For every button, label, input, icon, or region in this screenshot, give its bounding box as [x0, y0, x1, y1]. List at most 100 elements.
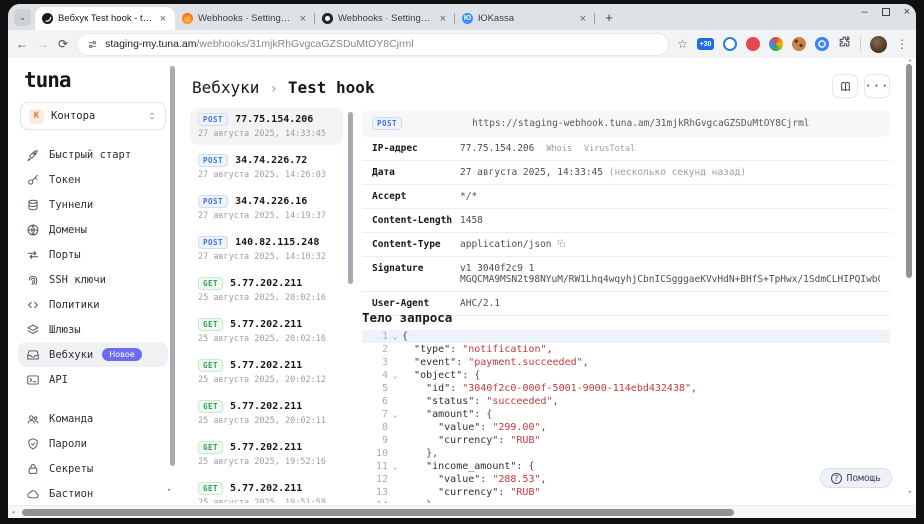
tunnel-icon [26, 198, 40, 212]
maximize-button[interactable] [881, 8, 890, 16]
code-line-number: 1 [381, 331, 388, 342]
reload-button[interactable]: ⟳ [58, 37, 68, 51]
request-list-item[interactable]: GET 5.77.202.211 25 августа 2025, 20:02:… [190, 354, 343, 391]
sidebar-item-fingerprint[interactable]: SSH ключи [18, 267, 168, 292]
code-fold-icon[interactable]: ⌄ [388, 460, 402, 473]
detail-value-text: AHC/2.1 [460, 298, 501, 309]
browser-tab[interactable]: Вебхук Test hook - tuna × [35, 7, 175, 30]
request-list-item[interactable]: POST 34.74.226.72 27 августа 2025, 14:26… [190, 149, 343, 186]
request-list-item[interactable]: GET 5.77.202.211 25 августа 2025, 19:51:… [190, 477, 343, 503]
code-line: 14 }, [362, 499, 890, 503]
code-fold-icon[interactable]: ⌄ [388, 330, 402, 343]
request-date: 27 августа 2025, 14:10:32 [198, 252, 326, 262]
code-line: 4 ⌄ "object": { [362, 369, 890, 382]
code-fold-icon[interactable]: ⌄ [388, 408, 402, 421]
tab-close-icon[interactable]: × [438, 13, 448, 25]
page-vertical-scrollbar[interactable] [906, 64, 912, 278]
close-window-button[interactable]: × [904, 7, 910, 18]
extension-cookie-icon[interactable] [792, 37, 806, 51]
extension-pinwheel-icon[interactable] [769, 37, 783, 51]
browser-tab[interactable]: Webhooks · Settings · Yucc... × [175, 7, 315, 30]
breadcrumb-section[interactable]: Вебхуки [192, 78, 259, 97]
tab-close-icon[interactable]: × [158, 13, 168, 25]
code-line-content: "value": "299.00", [438, 422, 547, 433]
request-list-item[interactable]: POST 77.75.154.206 27 августа 2025, 14:3… [190, 108, 343, 145]
sidebar-item-tunnel[interactable]: Туннели [18, 192, 168, 217]
detail-link[interactable]: Whois [546, 144, 572, 154]
sidebar-item-shield[interactable]: Пароли [18, 431, 168, 456]
ports-icon [26, 248, 40, 262]
workspace-selector[interactable]: К Контора [20, 102, 166, 130]
detail-value-text: 1458 [460, 215, 483, 226]
page-scroll-up-icon[interactable]: ▴ [908, 56, 912, 64]
browser-menu-icon[interactable]: ⋮ [896, 37, 908, 51]
minimize-button[interactable]: – [861, 7, 867, 18]
detail-row: Accept */* [362, 185, 890, 209]
method-badge: GET [198, 359, 224, 372]
request-list-item[interactable]: GET 5.77.202.211 25 августа 2025, 20:02:… [190, 313, 343, 350]
request-date: 25 августа 2025, 20:02:16 [198, 293, 326, 303]
globe-icon [26, 223, 40, 237]
sidebar-item-rocket[interactable]: Быстрый старт [18, 142, 168, 167]
sidebar-item-code[interactable]: Политики [18, 292, 168, 317]
request-list-item[interactable]: GET 5.77.202.211 25 августа 2025, 20:02:… [190, 272, 343, 309]
help-button[interactable]: ? Помощь [819, 468, 892, 488]
browser-tab[interactable]: Ю ЮKassa × [455, 7, 595, 30]
sidebar-item-lock[interactable]: Секреты [18, 456, 168, 481]
tab-search-button[interactable]: ⌄ [14, 9, 31, 26]
horizontal-scroll-left-icon[interactable]: ◂ [11, 508, 15, 516]
tab-close-icon[interactable]: × [298, 13, 308, 25]
sidebar-item-terminal[interactable]: API [18, 367, 168, 392]
sidebar-item-label: SSH ключи [49, 273, 106, 286]
extension-ring-icon[interactable] [723, 37, 737, 51]
request-list-item[interactable]: GET 5.77.202.211 25 августа 2025, 19:52:… [190, 436, 343, 473]
detail-label: User-Agent [372, 298, 430, 309]
address-bar[interactable]: staging-my.tuna.am/webhooks/31mjkRhGvgca… [77, 33, 669, 55]
tab-close-icon[interactable]: × [578, 13, 588, 25]
code-line-number: 9 [381, 435, 388, 446]
yookassa-favicon: Ю [462, 13, 473, 24]
sidebar-item-ports[interactable]: Порты [18, 242, 168, 267]
inbox-icon [26, 348, 40, 362]
profile-avatar[interactable] [870, 35, 887, 53]
sidebar-item-globe[interactable]: Домены [18, 217, 168, 242]
sidebar-item-label: Политики [49, 298, 100, 311]
new-tab-button[interactable]: + [599, 7, 619, 27]
sidebar-item-cloud[interactable]: Бастион [18, 481, 168, 503]
request-details: POST https://staging-webhook.tuna.am/31m… [362, 110, 890, 316]
horizontal-scrollbar-thumb[interactable] [22, 509, 734, 516]
request-list-item[interactable]: POST 140.82.115.248 27 августа 2025, 14:… [190, 231, 343, 268]
browser-tab[interactable]: Webhooks · Settings · jidck... × [315, 7, 455, 30]
page-scroll-down-icon[interactable]: ▾ [908, 488, 912, 496]
sidebar-scrollbar[interactable] [170, 66, 175, 466]
request-list-scrollbar[interactable] [348, 112, 353, 284]
extension-adblock-icon[interactable] [746, 37, 760, 51]
detail-link[interactable]: VirusTotal [584, 144, 635, 154]
new-badge: Новое [102, 348, 142, 361]
sidebar-item-layers[interactable]: Шлюзы [18, 317, 168, 342]
code-fold-spacer [388, 486, 402, 499]
docs-button[interactable] [832, 74, 858, 98]
more-actions-button[interactable]: ··· [864, 74, 890, 98]
forward-button[interactable]: → [37, 37, 49, 51]
sidebar-item-key[interactable]: Токен [18, 167, 168, 192]
request-list-item[interactable]: POST 34.74.226.16 27 августа 2025, 14:19… [190, 190, 343, 227]
extensions-puzzle-icon[interactable] [838, 35, 851, 53]
code-fold-icon[interactable]: ⌄ [388, 369, 402, 382]
bookmark-star-icon[interactable]: ☆ [677, 37, 688, 51]
copy-icon[interactable] [557, 239, 566, 250]
sidebar-item-team[interactable]: Команда [18, 406, 168, 431]
extension-blue-icon[interactable] [815, 37, 829, 51]
code-line: 10 }, [362, 447, 890, 460]
sidebar-item-inbox[interactable]: Вебхуки Новое [18, 342, 168, 367]
chevron-down-icon: ⌄ [18, 12, 27, 22]
code-line-number: 3 [381, 357, 388, 368]
sidebar-item-label: Шлюзы [49, 323, 81, 336]
workspace-name: Контора [51, 110, 96, 122]
code-line: 12 "value": "288.53", [362, 473, 890, 486]
request-list-item[interactable]: GET 5.77.202.211 25 августа 2025, 20:02:… [190, 395, 343, 432]
detail-value-text: application/json [460, 239, 552, 250]
back-button[interactable]: ← [16, 37, 28, 51]
sidebar-scroll-down-icon[interactable]: ▾ [167, 486, 171, 494]
extension-badge-icon[interactable]: +30 [697, 38, 714, 50]
